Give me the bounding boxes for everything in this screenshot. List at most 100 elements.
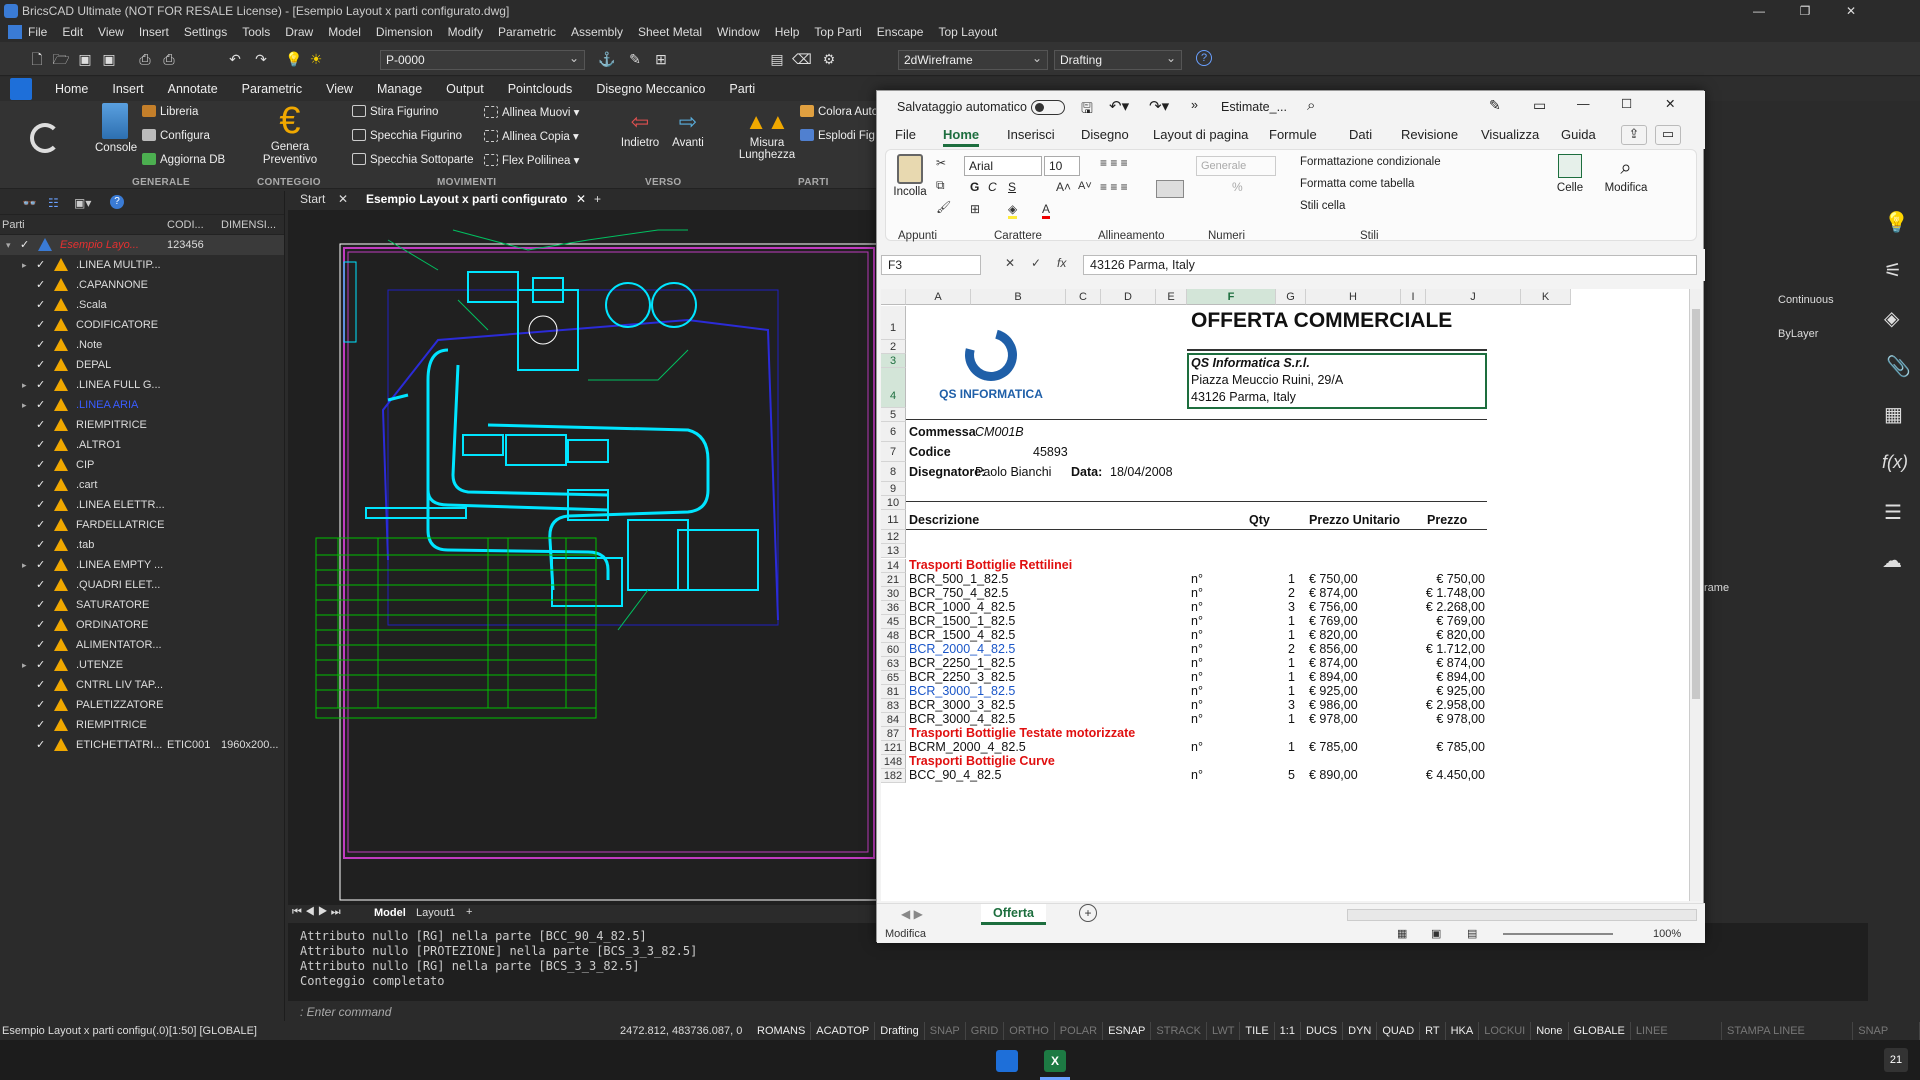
stira-figurino-button[interactable]: Stira Figurino — [352, 105, 438, 118]
item-description[interactable]: BCR_3000_1_82.5 — [909, 684, 1015, 698]
item-total[interactable]: € 750,00 — [1401, 572, 1485, 586]
item-description[interactable]: BCR_500_1_82.5 — [909, 572, 1008, 586]
item-unit[interactable]: n° — [1191, 698, 1203, 712]
console-button[interactable]: Console — [95, 103, 137, 154]
grid-tool-icon[interactable]: ⊞ — [652, 50, 670, 68]
bricscad-taskbar-icon[interactable] — [996, 1050, 1018, 1072]
pen-icon[interactable]: ✎ — [1489, 97, 1501, 114]
item-unit[interactable]: n° — [1191, 628, 1203, 642]
item-unit-price[interactable]: € 925,00 — [1309, 684, 1358, 698]
menu-modify[interactable]: Modify — [448, 25, 483, 39]
item-total[interactable]: € 894,00 — [1401, 670, 1485, 684]
checkbox-icon[interactable]: ✓ — [36, 339, 48, 351]
checkbox-icon[interactable]: ✓ — [36, 299, 48, 311]
tab-formule[interactable]: Formule — [1269, 127, 1317, 142]
section-title[interactable]: Trasporti Bottiglie Curve — [909, 754, 1055, 768]
hatch-icon[interactable]: ▦ — [1884, 402, 1903, 427]
tab-dati[interactable]: Dati — [1349, 127, 1372, 142]
item-description[interactable]: BCC_90_4_82.5 — [909, 768, 1001, 782]
cut-icon[interactable]: ✂ — [936, 156, 946, 170]
add-sheet-icon[interactable]: + — [1079, 904, 1097, 922]
item-qty[interactable]: 1 — [1271, 670, 1295, 684]
tree-item[interactable]: ✓ .QUADRI ELET... — [0, 575, 284, 595]
row-header[interactable]: 148 — [881, 755, 906, 769]
menu-enscape[interactable]: Enscape — [877, 25, 924, 39]
page-break-icon[interactable]: ▤ — [1467, 925, 1477, 943]
tab-parti[interactable]: Parti — [729, 82, 755, 96]
menu-sheet-metal[interactable]: Sheet Metal — [638, 25, 702, 39]
tab-view[interactable]: View — [326, 82, 353, 96]
menu-settings[interactable]: Settings — [184, 25, 227, 39]
tree-item[interactable]: ✓ .CAPANNONE — [0, 275, 284, 295]
column-header[interactable]: C — [1066, 289, 1101, 305]
more-icon[interactable]: » — [1191, 98, 1198, 112]
drawing-canvas[interactable] — [288, 210, 880, 905]
tree-item[interactable]: ✓ CNTRL LIV TAP... — [0, 675, 284, 695]
format-painter-icon[interactable]: 🖌 — [936, 200, 951, 214]
item-qty[interactable]: 2 — [1271, 642, 1295, 656]
file-name[interactable]: Estimate_... — [1221, 100, 1287, 114]
checkbox-icon[interactable]: ✓ — [36, 619, 48, 631]
specchia-sottoparte-button[interactable]: Specchia Sottoparte — [352, 153, 474, 166]
tab-pointclouds[interactable]: Pointclouds — [508, 82, 573, 96]
tree-item[interactable]: ✓ PALETIZZATORE — [0, 695, 284, 715]
menu-draw[interactable]: Draw — [285, 25, 313, 39]
expand-icon[interactable]: ▸ — [22, 255, 27, 275]
filter-icon[interactable]: ▣▾ — [74, 196, 91, 210]
expand-icon[interactable]: ▸ — [22, 395, 27, 415]
vscroll-thumb[interactable] — [1692, 309, 1700, 699]
column-header[interactable]: H — [1306, 289, 1401, 305]
esplodi-button[interactable]: Esplodi Fig — [800, 129, 875, 142]
row-header[interactable]: 30 — [881, 587, 906, 601]
save-icon[interactable]: 🖫 — [1081, 98, 1093, 122]
tree-item[interactable]: ✓ DEPAL — [0, 355, 284, 375]
tree-item[interactable]: ✓ .Note — [0, 335, 284, 355]
close-icon[interactable]: ✕ — [576, 192, 586, 206]
function-icon[interactable]: f(x) — [1882, 452, 1908, 473]
indietro-button[interactable]: ⇦ Indietro — [620, 107, 660, 149]
print-icon[interactable]: ⎙ — [136, 50, 154, 68]
column-header[interactable]: B — [971, 289, 1066, 305]
row-header[interactable]: 21 — [881, 573, 906, 587]
item-description[interactable]: BCR_2250_1_82.5 — [909, 656, 1015, 670]
tab-disegno[interactable]: Disegno — [1081, 127, 1129, 142]
row-header[interactable]: 5 — [881, 408, 906, 422]
item-unit-price[interactable]: € 856,00 — [1309, 642, 1358, 656]
row-header[interactable]: 121 — [881, 741, 906, 755]
modifica-button[interactable]: ⌕ Modifica — [1600, 154, 1652, 194]
tree-item[interactable]: ✓ .ALTRO1 — [0, 435, 284, 455]
structure-icon[interactable]: ☰ — [1884, 500, 1902, 525]
item-total[interactable]: € 2.268,00 — [1401, 600, 1485, 614]
item-total[interactable]: € 4.450,00 — [1401, 768, 1485, 782]
row-header[interactable]: 14 — [881, 559, 906, 573]
open-file-icon[interactable]: 🗁 — [52, 50, 70, 68]
tree-item[interactable]: ✓ ETICHETTATRI... ETIC001 1960x200... — [0, 735, 284, 755]
tree-item[interactable]: ▸ ✓ .LINEA FULL G... — [0, 375, 284, 395]
item-description[interactable]: BCR_3000_3_82.5 — [909, 698, 1015, 712]
minimize-button[interactable]: — — [1577, 97, 1590, 111]
cond-format-button[interactable]: Formattazione condizionale — [1300, 156, 1441, 168]
page-layout-icon[interactable]: ▣ — [1431, 925, 1441, 943]
column-header[interactable]: K — [1521, 289, 1571, 305]
item-unit[interactable]: n° — [1191, 614, 1203, 628]
attach-icon[interactable]: 📎 — [1886, 354, 1911, 379]
row-header[interactable]: 10 — [881, 496, 906, 510]
menu-insert[interactable]: Insert — [139, 25, 169, 39]
percent-icon[interactable]: % — [1232, 180, 1243, 194]
row-header[interactable]: 11 — [881, 510, 906, 530]
item-qty[interactable]: 2 — [1271, 586, 1295, 600]
item-unit-price[interactable]: € 874,00 — [1309, 586, 1358, 600]
item-description[interactable]: BCRM_2000_4_82.5 — [909, 740, 1026, 754]
tree-item[interactable]: ▸ ✓ .UTENZE — [0, 655, 284, 675]
lightbulb-icon[interactable]: 💡 — [285, 50, 303, 68]
tab-output[interactable]: Output — [446, 82, 484, 96]
item-total[interactable]: € 978,00 — [1401, 712, 1485, 726]
tree-item[interactable]: ▸ ✓ .LINEA MULTIP... — [0, 255, 284, 275]
col-codice[interactable]: CODI... — [167, 215, 204, 235]
add-layout-icon[interactable]: + — [466, 906, 472, 918]
copy-icon[interactable]: ⧉ — [936, 178, 945, 193]
allinea-copia-button[interactable]: Allinea Copia ▾ — [484, 129, 579, 143]
section-title[interactable]: Trasporti Bottiglie Testate motorizzate — [909, 726, 1135, 740]
hscroll-bar[interactable] — [1347, 909, 1697, 921]
item-qty[interactable]: 3 — [1271, 698, 1295, 712]
